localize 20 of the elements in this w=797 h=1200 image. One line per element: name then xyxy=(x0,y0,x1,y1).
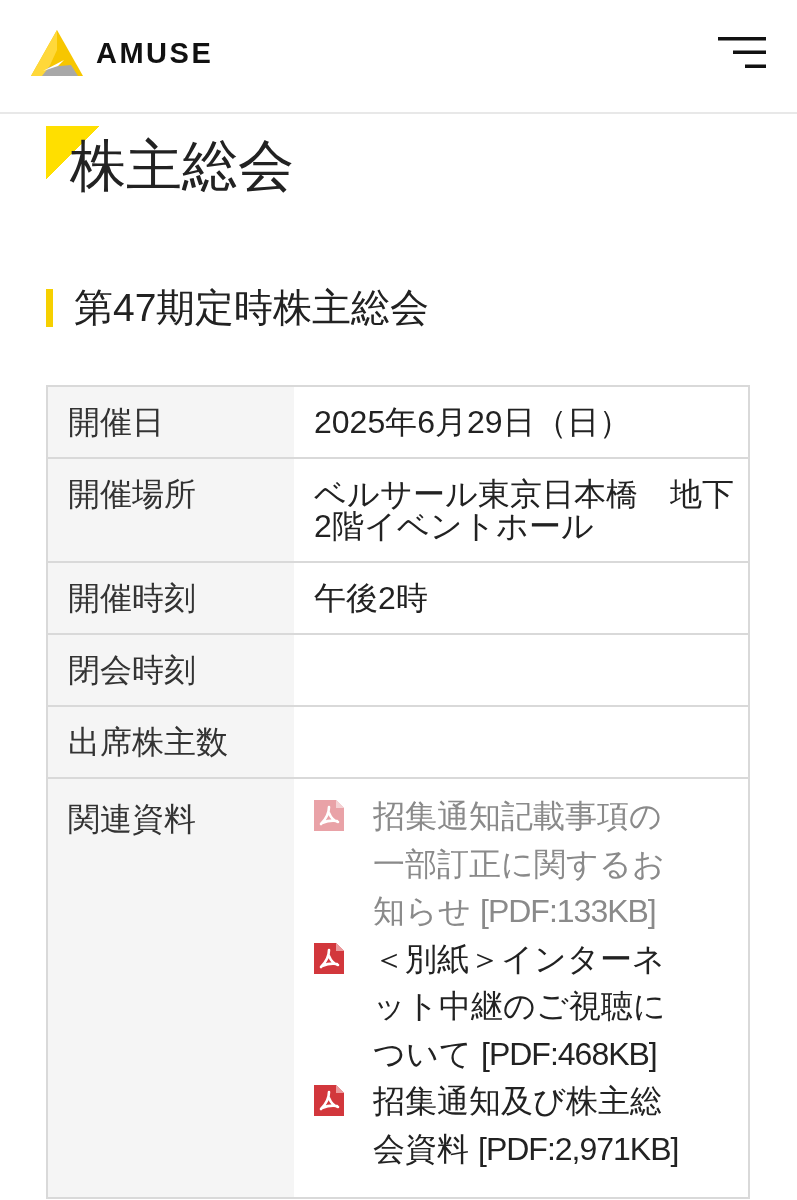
row-header: 閉会時刻 xyxy=(47,634,294,706)
table-cell: 2025年6月29日（日） xyxy=(294,386,749,458)
pdf-file-icon xyxy=(314,942,344,974)
document-link[interactable]: 招集通知及び株主総会資料 [PDF:2,971KB] xyxy=(314,1078,689,1173)
row-header: 開催時刻 xyxy=(47,562,294,634)
section-heading: 第47期定時株主総会 xyxy=(74,285,430,331)
row-header: 開催日 xyxy=(47,386,294,458)
row-header: 出席株主数 xyxy=(47,706,294,778)
logo-link[interactable]: AMUSE xyxy=(31,30,214,76)
document-link[interactable]: ＜別紙＞インターネット中継のご視聴について [PDF:468KB] xyxy=(314,935,689,1078)
accent-bar-icon xyxy=(46,289,53,327)
menu-icon xyxy=(718,36,766,68)
table-cell: ベルサール東京日本橋 地下2階イベントホール xyxy=(294,458,749,562)
row-header: 関連資料 xyxy=(47,778,294,1198)
menu-button[interactable] xyxy=(718,36,766,68)
logo-mark-icon xyxy=(31,30,83,76)
pdf-file-icon xyxy=(314,1085,344,1116)
table-cell: 午後2時 xyxy=(294,562,749,634)
pdf-file-icon xyxy=(314,800,344,831)
row-header: 開催場所 xyxy=(47,458,294,562)
